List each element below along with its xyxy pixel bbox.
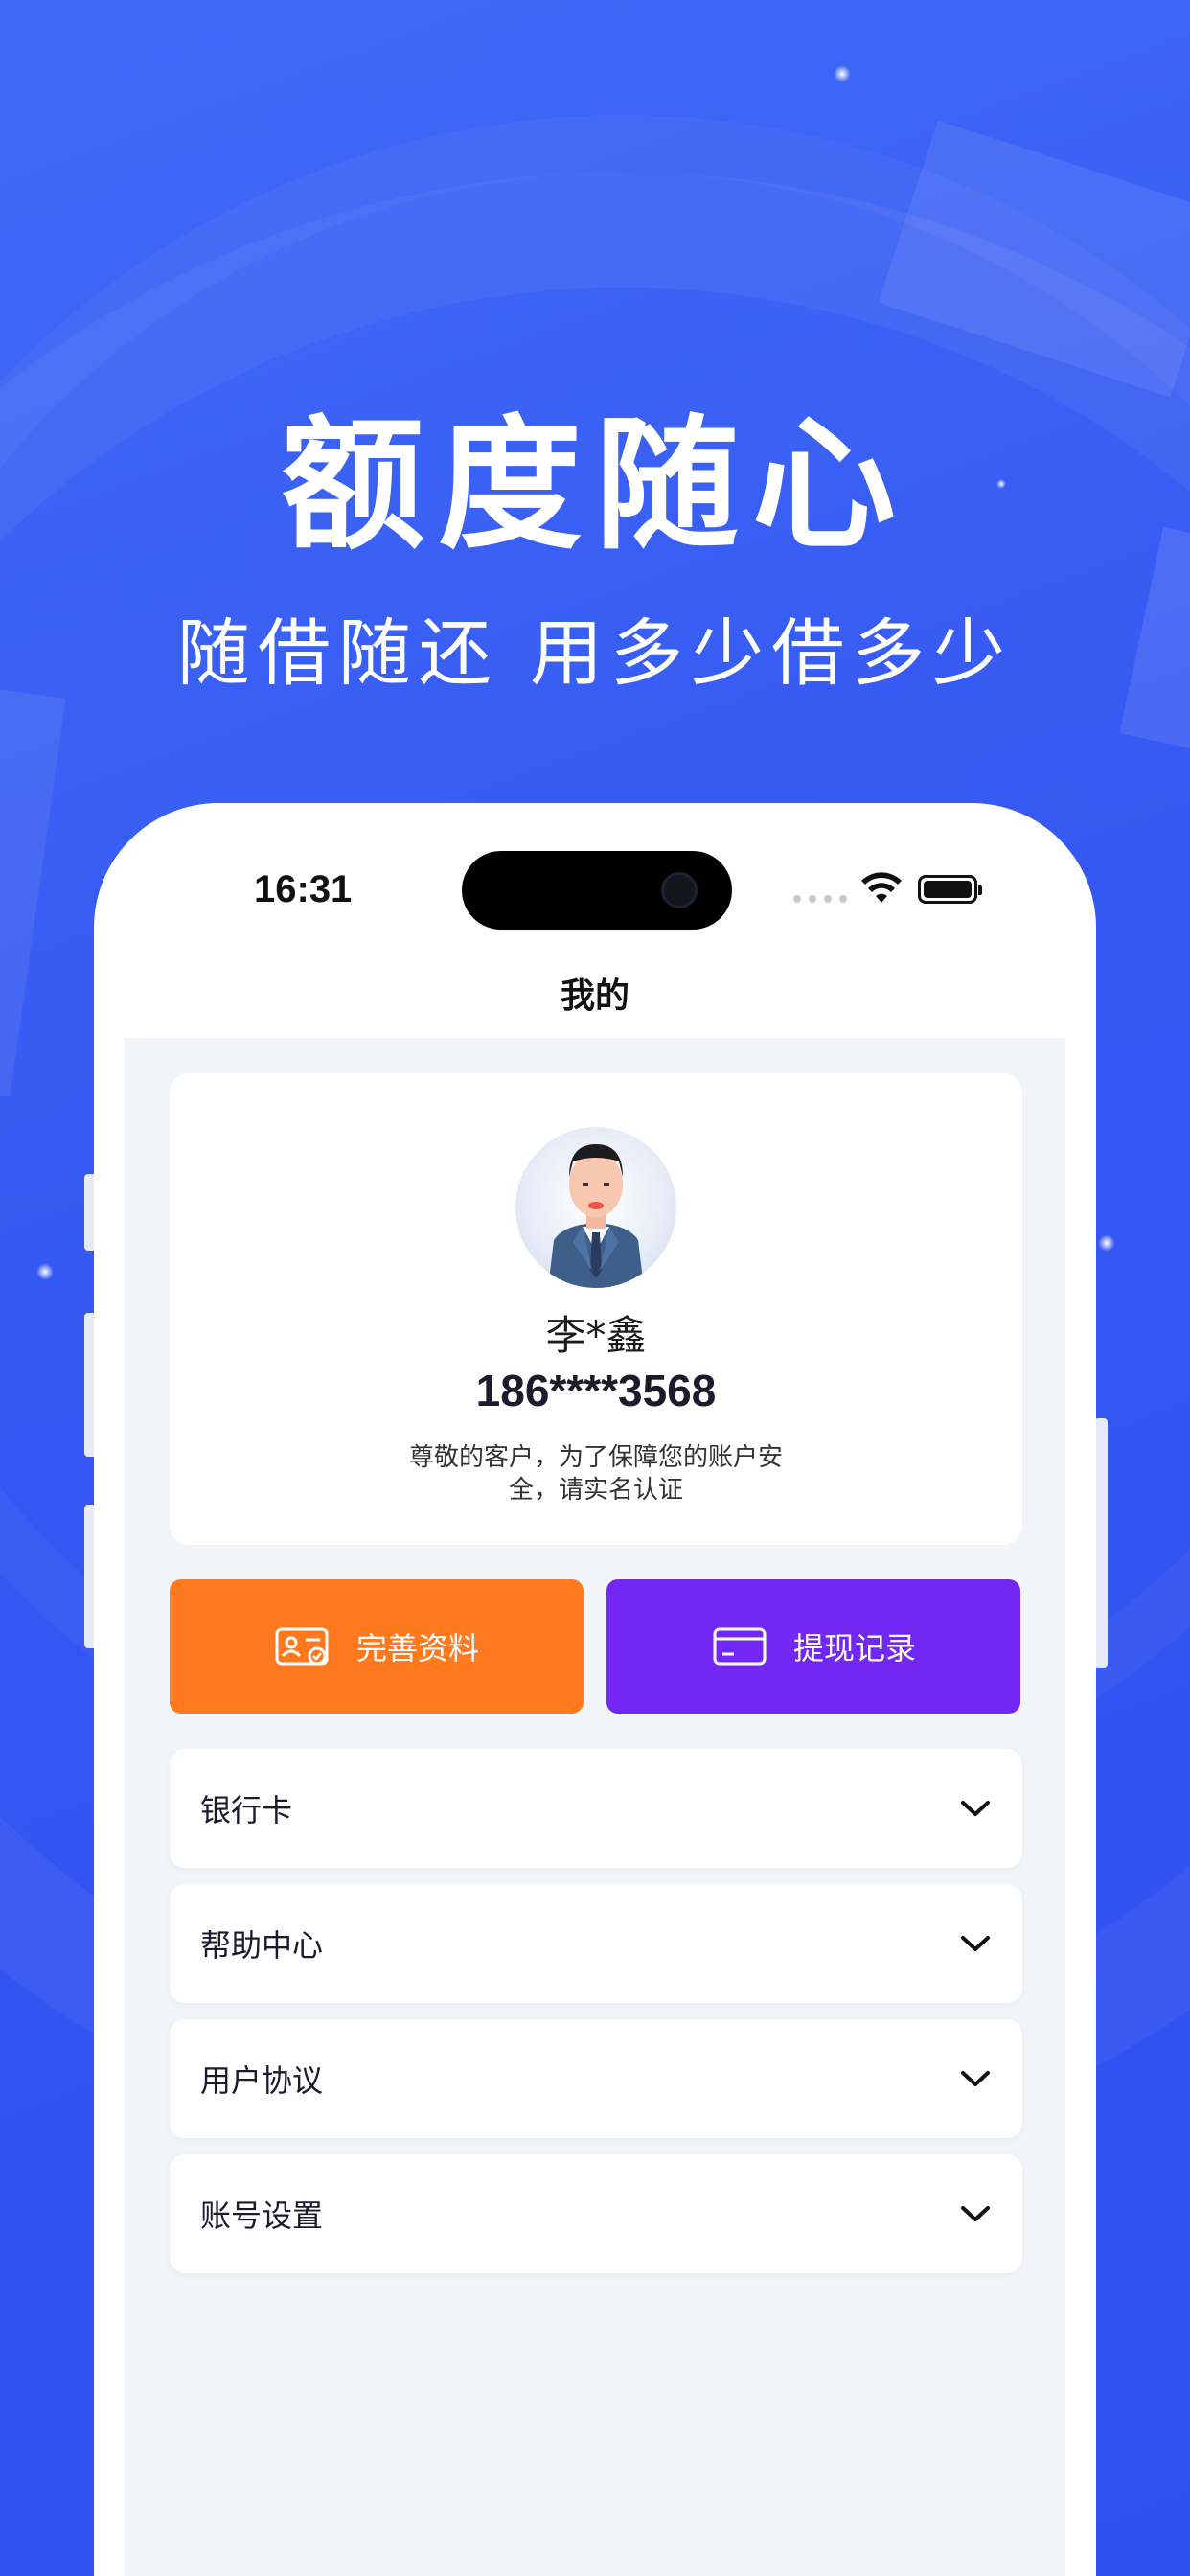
sparkle-icon bbox=[36, 1263, 54, 1280]
page-title: 我的 bbox=[560, 977, 629, 1016]
withdrawal-records-label: 提现记录 bbox=[792, 1630, 916, 1667]
status-bar: 16:31 bbox=[94, 803, 1096, 937]
camera-icon bbox=[661, 872, 698, 908]
status-time: 16:31 bbox=[254, 868, 353, 910]
user-name: 李*鑫 bbox=[545, 1312, 647, 1359]
menu-item-label: 用户协议 bbox=[200, 2062, 324, 2099]
profile-card: 李*鑫 186****3568 尊敬的客户，为了保障您的账户安全，请实名认证 bbox=[170, 1073, 1022, 1545]
menu-item-label: 帮助中心 bbox=[200, 1927, 324, 1964]
wifi-icon bbox=[861, 872, 902, 903]
sparkle-icon bbox=[834, 65, 851, 82]
avatar-man-suit bbox=[548, 1144, 644, 1288]
menu-item-label: 账号设置 bbox=[200, 2197, 324, 2234]
complete-profile-label: 完善资料 bbox=[355, 1630, 479, 1667]
chevron-down-icon bbox=[961, 1801, 990, 1816]
avatar[interactable] bbox=[515, 1127, 676, 1288]
chevron-down-icon bbox=[961, 2071, 990, 2086]
battery-icon bbox=[918, 875, 982, 904]
withdrawal-records-button[interactable]: 提现记录 bbox=[606, 1579, 1020, 1714]
card-icon bbox=[713, 1627, 767, 1666]
menu-item-help-center[interactable]: 帮助中心 bbox=[170, 1884, 1022, 2003]
menu-item-label: 银行卡 bbox=[200, 1792, 293, 1828]
phone-side-button bbox=[1094, 1418, 1108, 1668]
id-card-icon bbox=[275, 1627, 329, 1666]
menu-item-bank-card[interactable]: 银行卡 bbox=[170, 1749, 1022, 1868]
menu-item-account-settings[interactable]: 账号设置 bbox=[170, 2154, 1022, 2273]
main-content: 李*鑫 186****3568 尊敬的客户，为了保障您的账户安全，请实名认证 完… bbox=[125, 1038, 1065, 2576]
hero-title: 额度随心 bbox=[280, 402, 909, 569]
complete-profile-button[interactable]: 完善资料 bbox=[170, 1579, 584, 1714]
chevron-down-icon bbox=[961, 2206, 990, 2221]
dynamic-island bbox=[462, 851, 732, 930]
phone-frame: 16:31 我的 李*鑫 186****3568 尊敬的客户，为了保障您的账户安… bbox=[94, 803, 1096, 2576]
menu-item-user-agreement[interactable]: 用户协议 bbox=[170, 2019, 1022, 2138]
chevron-down-icon bbox=[961, 1936, 990, 1951]
hero-subtitle: 随借随还 用多少借多少 bbox=[176, 610, 1014, 696]
user-phone: 186****3568 bbox=[475, 1366, 717, 1415]
signal-dots-icon bbox=[793, 895, 847, 903]
sparkle-icon bbox=[1098, 1234, 1115, 1252]
verification-notice: 尊敬的客户，为了保障您的账户安全，请实名认证 bbox=[408, 1443, 783, 1505]
